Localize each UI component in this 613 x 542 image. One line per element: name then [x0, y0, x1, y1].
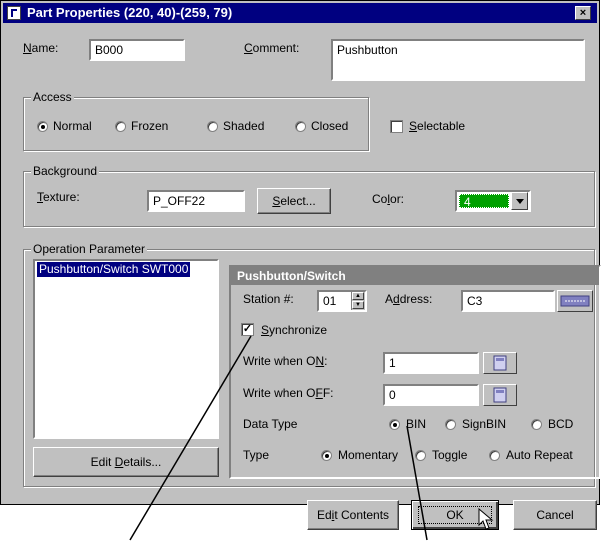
callout-line-data-type — [406, 425, 428, 541]
annotation-lines — [129, 335, 428, 541]
callout-line-synchronize — [129, 335, 252, 541]
